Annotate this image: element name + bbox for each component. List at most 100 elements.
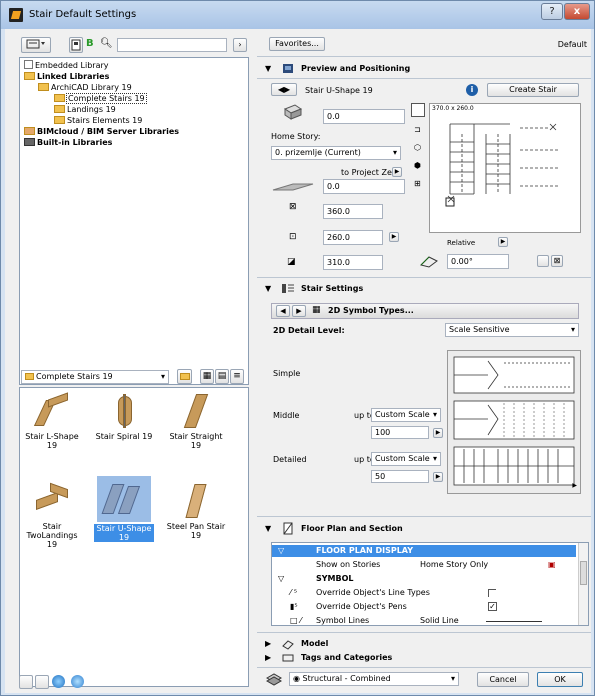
stair-settings-section-header[interactable]: ▼ Stair Settings — [257, 280, 591, 298]
cancel-button[interactable]: Cancel — [477, 672, 529, 687]
symbol-group-row[interactable]: ▽ SYMBOL — [272, 573, 576, 585]
folder-icon — [25, 373, 34, 380]
relative-toggle[interactable]: ▶ — [498, 237, 508, 247]
3d-shaded-icon[interactable]: ⬢ — [414, 161, 421, 170]
object-steel-pan-stair[interactable]: Steel Pan Stair 19 — [166, 484, 226, 540]
object-stair-spiral[interactable]: Stair Spiral 19 — [94, 394, 154, 441]
folder-up-icon[interactable] — [177, 369, 192, 384]
height-input[interactable]: 310.0 — [323, 255, 383, 270]
expand-arrow-icon: ▽ — [278, 574, 285, 583]
create-stair-button[interactable]: Create Stair — [487, 83, 579, 97]
list-view-icon[interactable]: ≡ — [230, 369, 244, 384]
middle-scale-input[interactable]: 100 — [371, 426, 429, 439]
structural-select[interactable]: ◉ Structural - Combined — [289, 672, 459, 686]
search-input[interactable] — [117, 38, 227, 52]
rotation-icon — [417, 251, 439, 269]
tree-item-builtin[interactable]: Built-in Libraries — [24, 137, 112, 148]
middle-label: Middle — [273, 411, 300, 420]
object-name: Stair U-Shape 19 — [305, 86, 373, 95]
tree-item-linked-libraries[interactable]: Linked Libraries — [24, 71, 109, 82]
green-marker-icon[interactable]: B — [86, 38, 98, 52]
favorites-button[interactable]: Favorites... — [269, 37, 325, 51]
prev-next-object-buttons[interactable]: ◀▶ — [271, 83, 297, 96]
library-tree[interactable]: Embedded Library Linked Libraries ArchiC… — [19, 57, 249, 385]
3d-view-icon[interactable]: ⬡ — [414, 143, 421, 152]
middle-scale-select[interactable]: Custom Scale — [371, 408, 441, 422]
floorplan-display-row[interactable]: ▽ FLOOR PLAN DISPLAY — [272, 545, 576, 557]
ok-button[interactable]: OK — [537, 672, 583, 687]
symbol-preview-drawings — [453, 356, 575, 486]
section-view-icon[interactable]: ⊐ — [414, 125, 421, 134]
table-scrollbar[interactable] — [578, 543, 588, 625]
page-tab-label[interactable]: 2D Symbol Types... — [328, 306, 414, 315]
search-icon[interactable]: 🔍︎ — [100, 38, 113, 52]
globe-icon[interactable] — [52, 675, 65, 688]
offset-input[interactable]: 0.0 — [323, 109, 405, 124]
builtin-library-icon — [24, 138, 35, 146]
search-arrow-button[interactable]: › — [233, 38, 247, 52]
lock-icon[interactable]: ▣ — [548, 559, 556, 571]
home-story-select[interactable]: 0. prizemlje (Current) — [271, 146, 401, 160]
tags-section-header[interactable]: ▶ Tags and Categories — [257, 652, 591, 666]
archicad-app-icon — [9, 8, 23, 22]
mirror-toggle-1[interactable] — [537, 255, 549, 267]
library-manager-icon[interactable] — [69, 37, 83, 53]
detailed-scale-select[interactable]: Custom Scale — [371, 452, 441, 466]
middle-scale-toggle[interactable]: ▶ — [433, 428, 443, 438]
object-stair-straight[interactable]: Stair Straight 19 — [166, 394, 226, 450]
chain-toggle[interactable]: ▶ — [389, 232, 399, 242]
override-pens-row[interactable]: ▮⁵ Override Object's Pens ✓ — [272, 601, 576, 613]
detailed-scale-toggle[interactable]: ▶ — [433, 472, 443, 482]
elevation-input[interactable]: 0.0 — [323, 179, 405, 194]
close-button[interactable]: x — [564, 3, 590, 20]
preview-section-header[interactable]: ▼ Preview and Positioning — [257, 60, 591, 78]
width-input[interactable]: 360.0 — [323, 204, 383, 219]
floorplan-settings-table[interactable]: ▽ FLOOR PLAN DISPLAY Show on Stories Hom… — [271, 542, 589, 626]
world-icon[interactable] — [71, 675, 84, 688]
elevation-view-icon[interactable]: ⊞ — [414, 179, 421, 188]
small-icons-view-icon[interactable]: ▤ — [215, 369, 229, 384]
layers-icon — [265, 672, 283, 686]
angle-input[interactable]: 0.00° — [447, 254, 509, 269]
tree-item-stairs-elements[interactable]: Stairs Elements 19 — [54, 115, 142, 126]
mirror-toggle-2[interactable]: ⊠ — [551, 255, 563, 267]
page-prev-button[interactable]: ◀ — [276, 305, 290, 317]
large-icons-view-icon[interactable]: ▦ — [200, 369, 214, 384]
info-icon[interactable]: i — [466, 84, 478, 96]
stair-spiral-thumbnail — [106, 394, 142, 428]
tree-item-complete-stairs[interactable]: Complete Stairs 19 — [54, 93, 147, 104]
model-section-header[interactable]: ▶ Model — [257, 638, 591, 652]
object-stair-twolandings[interactable]: Stair TwoLandings 19 — [22, 482, 82, 549]
symbol-lines-row[interactable]: □ ⁄ Symbol Lines Solid Line — [272, 615, 576, 625]
help-button[interactable]: ? — [541, 3, 563, 20]
stair-u-shape-thumbnail — [97, 476, 151, 522]
object-thumbnails[interactable]: Stair L-Shape 19 Stair Spiral 19 Stair S… — [19, 387, 249, 687]
symbol-lines-icon: □ ⁄ — [290, 616, 302, 625]
object-stair-l-shape[interactable]: Stair L-Shape 19 — [22, 392, 82, 450]
tree-item-bimcloud[interactable]: BIMcloud / BIM Server Libraries — [24, 126, 179, 137]
detail-level-select[interactable]: Scale Sensitive — [445, 323, 579, 337]
default-label: Default — [557, 40, 587, 49]
object-stair-u-shape[interactable]: Stair U-Shape 19 — [94, 476, 154, 542]
preview-icon — [281, 62, 295, 75]
project-zero-toggle[interactable]: ▶ — [392, 167, 402, 177]
detailed-scale-input[interactable]: 50 — [371, 470, 429, 483]
depth-input[interactable]: 260.0 — [323, 230, 383, 245]
tree-item-embedded-library[interactable]: Embedded Library — [24, 60, 109, 71]
override-pens-checkbox[interactable]: ✓ — [488, 602, 497, 611]
pen-icon[interactable] — [35, 675, 49, 689]
expand-arrow-icon: ▶ — [265, 653, 272, 662]
height-icon: ◪ — [287, 257, 296, 267]
tree-item-archicad-library[interactable]: ArchiCAD Library 19 — [38, 82, 132, 93]
collapse-arrow-icon: ▼ — [265, 64, 272, 73]
override-line-types-row[interactable]: ⁄ ⁵ Override Object's Line Types — [272, 587, 576, 599]
folder-select[interactable]: Complete Stairs 19 — [21, 370, 169, 384]
override-line-types-checkbox[interactable] — [488, 589, 496, 597]
page-next-button[interactable]: ▶ — [292, 305, 306, 317]
show-on-stories-row[interactable]: Show on Stories Home Story Only ▣ — [272, 559, 576, 571]
plan-view-icon[interactable] — [411, 103, 425, 117]
layer-icon[interactable] — [19, 675, 33, 689]
floorplan-section-header[interactable]: ▼ Floor Plan and Section — [257, 520, 591, 538]
view-mode-icon[interactable] — [21, 37, 51, 53]
tree-item-landings[interactable]: Landings 19 — [54, 104, 116, 115]
